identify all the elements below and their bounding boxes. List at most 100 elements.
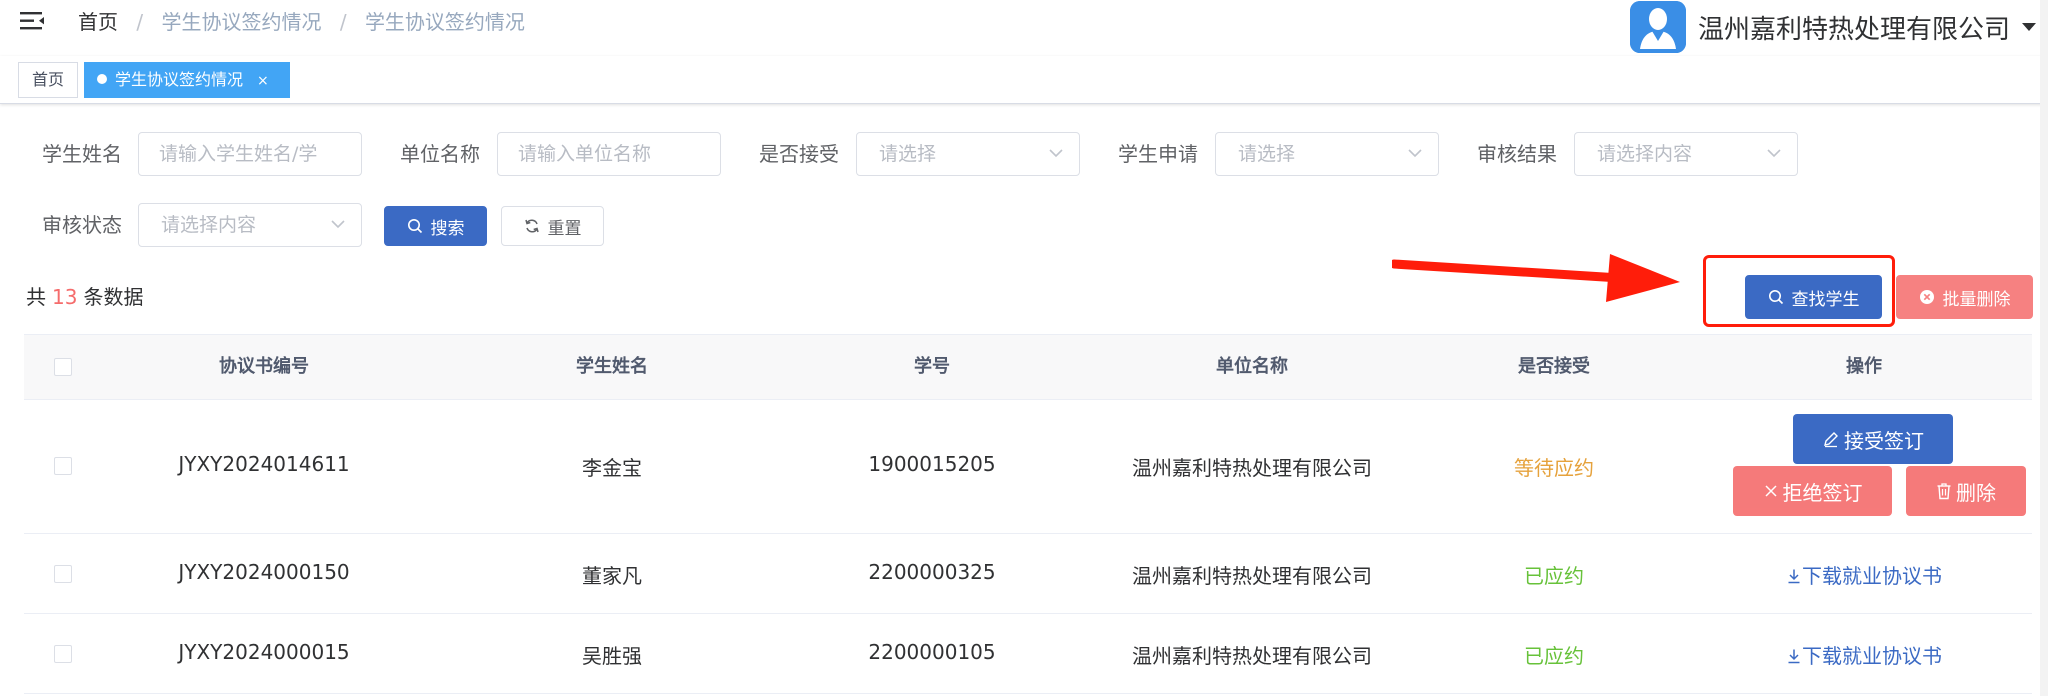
breadcrumb-home[interactable]: 首页 — [78, 10, 118, 34]
breadcrumb-separator: / — [136, 10, 144, 34]
student-apply-select-placeholder: 请选择 — [1238, 143, 1296, 165]
reject-sign-button[interactable]: 拒绝签订 — [1733, 466, 1892, 516]
batch-delete-button-label: 批量删除 — [1942, 289, 2011, 310]
reset-button-label: 重置 — [547, 218, 582, 239]
review-result-select[interactable]: 请选择内容 — [1574, 132, 1798, 176]
student-name-cell: 吴胜强 — [582, 644, 642, 668]
accepted-status-cell: 等待应约 — [1514, 456, 1594, 480]
hamburger-menu-icon[interactable] — [20, 10, 46, 32]
search-button-label: 搜索 — [430, 218, 465, 239]
caret-down-icon[interactable] — [2022, 23, 2037, 31]
edit-icon — [1824, 432, 1838, 448]
breadcrumb-separator: / — [339, 10, 347, 34]
tag-home[interactable]: 首页 — [18, 62, 78, 98]
student-id-cell: 1900015205 — [868, 452, 996, 476]
label-student-name: 学生姓名 — [42, 142, 122, 166]
column-header: 是否接受 — [1518, 356, 1590, 377]
agreement-no-cell: JYXY2024000015 — [178, 640, 350, 664]
navbar: 首页 / 学生协议签约情况 / 学生协议签约情况 温州嘉利特热处理有限公司 — [0, 0, 2048, 56]
total-number: 13 — [52, 285, 78, 309]
refresh-icon — [524, 219, 539, 233]
row-checkbox[interactable] — [54, 645, 72, 663]
table-row: JYXY2024000150 董家凡 2200000325 温州嘉利特热处理有限… — [24, 534, 2032, 614]
student-name-cell: 李金宝 — [582, 456, 642, 480]
label-review-status: 审核状态 — [42, 213, 122, 237]
chevron-down-icon — [1049, 149, 1063, 158]
student-id-cell: 2200000105 — [868, 640, 996, 664]
student-apply-select[interactable]: 请选择 — [1215, 132, 1439, 176]
table-row: JYXY2024014611 李金宝 1900015205 温州嘉利特热处理有限… — [24, 400, 2032, 534]
download-agreement-label: 下载就业协议书 — [1802, 644, 1942, 668]
download-icon — [1788, 569, 1800, 584]
find-student-button[interactable]: 查找学生 — [1745, 275, 1882, 319]
search-icon — [1768, 290, 1783, 305]
reset-button[interactable]: 重置 — [501, 206, 604, 246]
breadcrumb-item-parent: 学生协议签约情况 — [161, 10, 322, 34]
student-name-cell: 董家凡 — [582, 564, 642, 588]
accepted-select[interactable]: 请选择 — [856, 132, 1080, 176]
unit-name-input[interactable] — [498, 133, 720, 175]
label-review-result: 审核结果 — [1477, 142, 1557, 166]
batch-delete-button[interactable]: 批量删除 — [1896, 275, 2033, 319]
label-student-apply: 学生申请 — [1118, 142, 1198, 166]
search-icon — [407, 219, 422, 234]
accepted-select-placeholder: 请选择 — [879, 143, 937, 165]
table-header: 协议书编号 学生姓名 学号 单位名称 是否接受 操作 — [24, 334, 2032, 400]
chevron-down-icon — [331, 220, 345, 229]
unit-name-cell: 温州嘉利特热处理有限公司 — [1132, 644, 1372, 668]
avatar[interactable] — [1630, 1, 1686, 53]
review-result-select-placeholder: 请选择内容 — [1597, 143, 1693, 165]
total-prefix: 共 — [26, 285, 46, 309]
breadcrumb: 首页 / 学生协议签约情况 / 学生协议签约情况 — [78, 8, 525, 36]
delete-button[interactable]: 删除 — [1906, 466, 2026, 516]
close-circle-icon — [1919, 290, 1934, 304]
unit-name-cell: 温州嘉利特热处理有限公司 — [1132, 456, 1372, 480]
column-header: 单位名称 — [1216, 356, 1288, 377]
download-agreement-link[interactable]: 下载就业协议书 — [1744, 640, 1984, 669]
label-accepted: 是否接受 — [759, 142, 839, 166]
label-unit-name: 单位名称 — [400, 142, 480, 166]
accept-sign-button[interactable]: 接受签订 — [1793, 414, 1953, 464]
tag-active[interactable]: 学生协议签约情况 × — [84, 62, 290, 98]
row-checkbox[interactable] — [54, 565, 72, 583]
total-suffix: 条数据 — [83, 285, 144, 309]
total-count: 共 13 条数据 — [26, 282, 143, 312]
download-agreement-label: 下载就业协议书 — [1802, 564, 1942, 588]
accepted-status-cell: 已应约 — [1524, 644, 1584, 668]
close-icon — [1764, 485, 1777, 497]
search-button[interactable]: 搜索 — [384, 206, 487, 246]
trash-icon — [1937, 483, 1951, 500]
accepted-status-cell: 已应约 — [1524, 564, 1584, 588]
active-dot-icon — [97, 74, 107, 84]
reject-sign-label: 拒绝签订 — [1782, 480, 1863, 505]
chevron-down-icon — [1408, 149, 1422, 158]
select-all-checkbox[interactable] — [54, 358, 72, 376]
chevron-down-icon — [1767, 149, 1781, 158]
unit-name-field[interactable] — [497, 132, 721, 176]
column-header: 操作 — [1846, 356, 1882, 377]
review-status-select-placeholder: 请选择内容 — [161, 214, 257, 236]
breadcrumb-item-current: 学生协议签约情况 — [364, 10, 525, 34]
student-id-cell: 2200000325 — [868, 560, 996, 584]
column-header: 学号 — [914, 356, 950, 377]
tags-view: 首页 学生协议签约情况 × — [0, 56, 2048, 104]
find-student-button-label: 查找学生 — [1791, 289, 1860, 310]
scrollbar-track[interactable] — [2040, 0, 2048, 696]
agreement-no-cell: JYXY2024000150 — [178, 560, 350, 584]
close-icon[interactable]: × — [257, 73, 269, 89]
accept-sign-label: 接受签订 — [1844, 428, 1924, 453]
user-dropdown[interactable]: 温州嘉利特热处理有限公司 — [1630, 0, 2037, 54]
agreement-no-cell: JYXY2024014611 — [178, 452, 350, 476]
annotation-arrow-icon — [1392, 254, 1680, 302]
column-header: 学生姓名 — [576, 356, 648, 377]
table-row: JYXY2024000015 吴胜强 2200000105 温州嘉利特热处理有限… — [24, 614, 2032, 694]
student-name-field[interactable] — [138, 132, 362, 176]
agreement-table: 协议书编号 学生姓名 学号 单位名称 是否接受 操作 JYXY202401461… — [24, 334, 2032, 694]
download-agreement-link[interactable]: 下载就业协议书 — [1744, 560, 1984, 589]
company-name[interactable]: 温州嘉利特热处理有限公司 — [1698, 9, 2010, 46]
student-name-input[interactable] — [139, 133, 361, 175]
row-checkbox[interactable] — [54, 457, 72, 475]
tag-active-label: 学生协议签约情况 — [115, 70, 244, 89]
delete-label: 删除 — [1956, 480, 1996, 505]
review-status-select[interactable]: 请选择内容 — [138, 203, 362, 247]
